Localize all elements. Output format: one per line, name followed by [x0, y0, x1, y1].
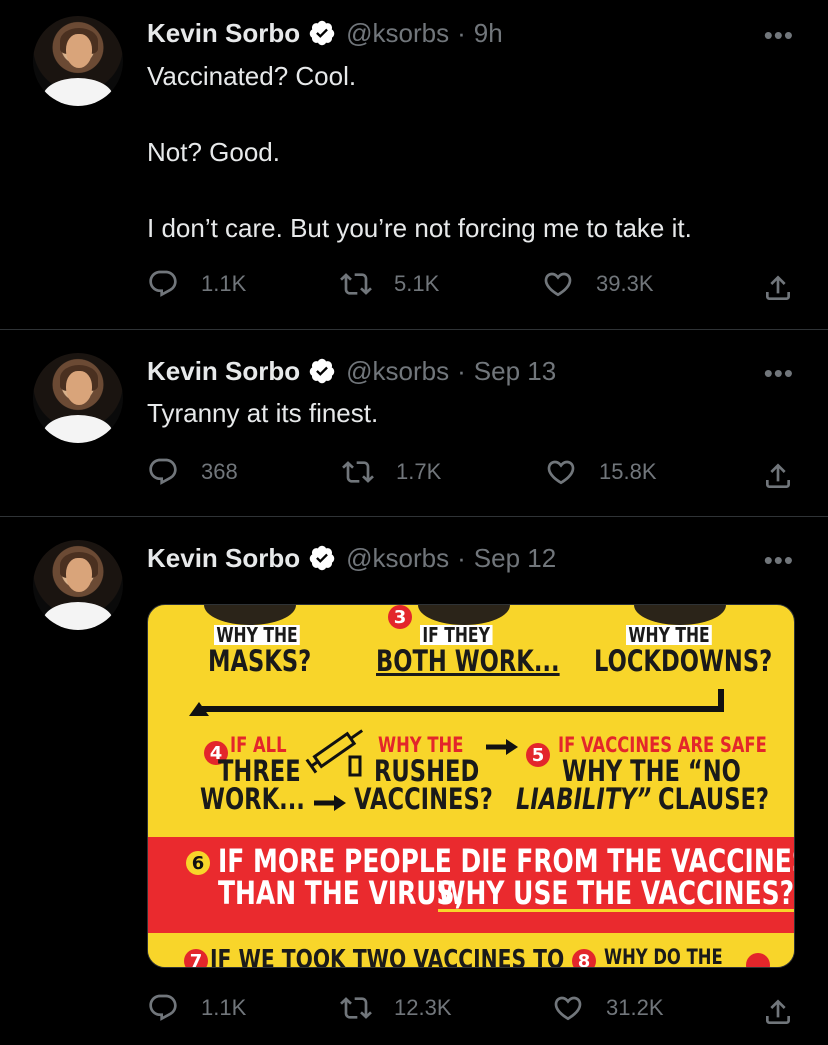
media-text: BOTH WORK... — [376, 644, 560, 678]
reply-icon — [149, 270, 177, 297]
share-button[interactable] — [762, 996, 794, 1033]
media-text: WORK... — [200, 782, 305, 816]
timestamp[interactable]: Sep 12 — [474, 543, 556, 574]
tweet-actions: 1.1K 5.1K 39.3K — [0, 268, 828, 308]
reply-button[interactable]: 368 — [147, 456, 238, 488]
arrow-right-icon — [314, 795, 346, 811]
retweet-icon — [340, 997, 372, 1019]
like-count: 15.8K — [599, 459, 657, 484]
media-text: LIABILITY” — [516, 782, 652, 816]
tweet-actions: 368 1.7K 15.8K — [0, 456, 828, 496]
reply-count: 368 — [201, 459, 238, 484]
author-name[interactable]: Kevin Sorbo — [147, 543, 300, 574]
author-handle[interactable]: @ksorbs — [346, 543, 449, 574]
media-text: IF ALL — [230, 733, 287, 757]
more-icon[interactable]: ••• — [764, 545, 794, 576]
media-text: WHY USE THE VACCINES? — [438, 874, 795, 912]
silhouette-head — [418, 605, 510, 625]
timestamp[interactable]: 9h — [474, 18, 503, 49]
media-text: MASKS? — [208, 644, 312, 678]
reply-button[interactable]: 1.1K — [147, 268, 246, 300]
number-badge: 5 — [526, 743, 550, 767]
share-button[interactable] — [762, 460, 794, 497]
syringe-icon — [305, 729, 364, 777]
tweet-header: Kevin Sorbo @ksorbs · Sep 13 — [147, 354, 556, 388]
retweet-count: 12.3K — [394, 995, 452, 1020]
separator: · — [457, 17, 466, 48]
share-icon — [766, 999, 790, 1024]
retweet-icon — [342, 461, 374, 483]
author-name[interactable]: Kevin Sorbo — [147, 356, 300, 387]
number-badge: 7 — [184, 949, 208, 967]
number-badge: 3 — [388, 605, 412, 629]
verified-badge-icon — [309, 545, 335, 571]
avatar[interactable] — [33, 16, 123, 106]
like-count: 39.3K — [596, 271, 654, 296]
more-icon[interactable]: ••• — [764, 358, 794, 389]
retweet-count: 5.1K — [394, 271, 440, 296]
media-text: CLAUSE? — [658, 782, 770, 816]
heart-icon — [547, 460, 575, 485]
like-button[interactable]: 31.2K — [552, 992, 664, 1024]
flow-arrow-icon — [189, 689, 724, 716]
media-bottom-strip: 7 IF WE TOOK TWO VACCINES TO 8 WHY DO TH… — [148, 933, 794, 968]
media-text: WHY THE — [378, 733, 464, 757]
arrow-right-icon — [486, 739, 518, 755]
tweet-text: Vaccinated? Cool. Not? Good. I don’t car… — [147, 61, 692, 243]
media-text: IF MORE PEOPLE DIE FROM THE VACCINES — [218, 842, 795, 880]
number-badge: 8 — [572, 949, 596, 967]
media-text: IF WE TOOK TWO VACCINES TO — [210, 945, 565, 968]
reply-icon — [149, 458, 177, 485]
separator: · — [457, 542, 466, 573]
media-text: THAN THE VIRUS, — [218, 874, 465, 912]
tweet-header: Kevin Sorbo @ksorbs · 9h — [147, 16, 503, 50]
reply-icon — [149, 994, 177, 1021]
retweet-button[interactable]: 1.7K — [342, 456, 441, 488]
like-button[interactable]: 15.8K — [545, 456, 657, 488]
retweet-button[interactable]: 5.1K — [340, 268, 439, 300]
reply-button[interactable]: 1.1K — [147, 992, 246, 1024]
reply-count: 1.1K — [201, 271, 247, 296]
like-count: 31.2K — [606, 995, 664, 1020]
media-text: WHY DO THE — [604, 945, 723, 968]
media-text: IF THEY — [420, 625, 493, 645]
number-badge: 6 — [186, 851, 210, 875]
number-badge — [746, 953, 770, 967]
media-text: WHY THE — [214, 625, 301, 645]
author-name[interactable]: Kevin Sorbo — [147, 18, 300, 49]
reply-count: 1.1K — [201, 995, 247, 1020]
share-icon — [766, 463, 790, 488]
avatar[interactable] — [33, 353, 123, 443]
media-text: VACCINES? — [354, 782, 493, 816]
media-text: WHY THE — [626, 625, 713, 645]
share-icon — [766, 275, 790, 300]
media-text: LOCKDOWNS? — [594, 644, 773, 678]
silhouette-head — [204, 605, 296, 625]
retweet-icon — [340, 273, 372, 295]
silhouette-head — [634, 605, 726, 625]
tweet-1[interactable]: Kevin Sorbo @ksorbs · 9h ••• Vaccinated?… — [0, 0, 828, 330]
tweet-header: Kevin Sorbo @ksorbs · Sep 12 — [147, 541, 556, 575]
heart-icon — [544, 272, 572, 297]
like-button[interactable]: 39.3K — [542, 268, 654, 300]
tweet-actions: 1.1K 12.3K 31.2K — [0, 992, 828, 1032]
author-handle[interactable]: @ksorbs — [346, 18, 449, 49]
verified-badge-icon — [309, 358, 335, 384]
share-button[interactable] — [762, 272, 794, 309]
retweet-count: 1.7K — [396, 459, 442, 484]
author-handle[interactable]: @ksorbs — [346, 356, 449, 387]
tweet-media-image[interactable]: WHY THE MASKS? 3 IF THEY BOTH WORK... WH… — [147, 604, 795, 968]
retweet-button[interactable]: 12.3K — [340, 992, 452, 1024]
verified-badge-icon — [309, 20, 335, 46]
timestamp[interactable]: Sep 13 — [474, 356, 556, 387]
tweet-text: Tyranny at its finest. — [147, 398, 379, 428]
avatar[interactable] — [33, 540, 123, 630]
tweet-2[interactable]: Kevin Sorbo @ksorbs · Sep 13 ••• Tyranny… — [0, 330, 828, 516]
heart-icon — [554, 996, 582, 1021]
media-text: IF VACCINES ARE SAFE — [558, 733, 767, 757]
more-icon[interactable]: ••• — [764, 20, 794, 51]
separator: · — [457, 355, 466, 386]
highlight-band: 6 IF MORE PEOPLE DIE FROM THE VACCINES T… — [148, 837, 794, 933]
